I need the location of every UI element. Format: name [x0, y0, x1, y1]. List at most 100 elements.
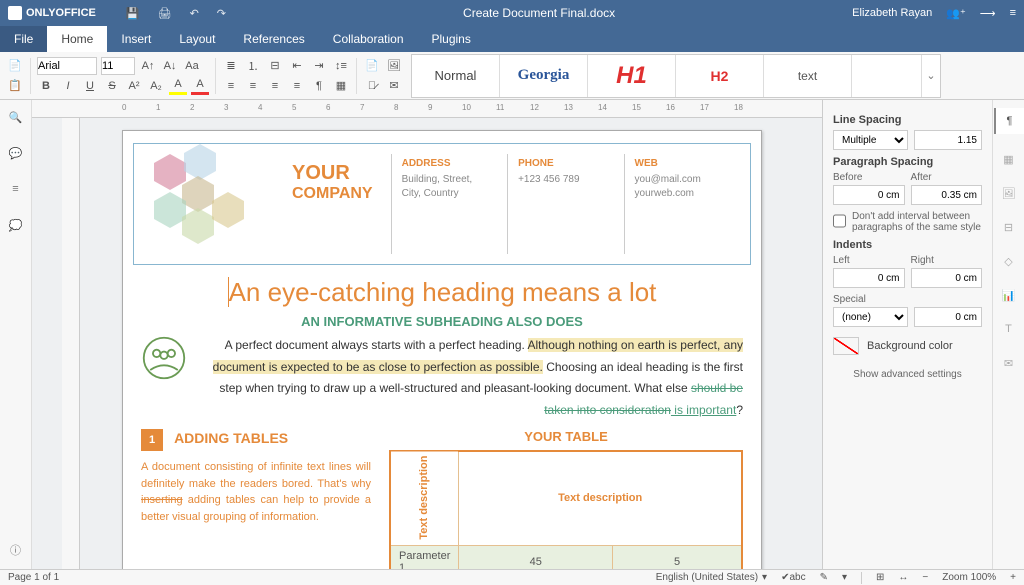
tab-file[interactable]: File [0, 26, 47, 52]
header-tab-icon[interactable]: ⊟ [1000, 218, 1018, 236]
page-indicator[interactable]: Page 1 of 1 [8, 572, 59, 583]
italic-icon[interactable]: I [59, 77, 77, 95]
highlight-icon[interactable]: A [169, 77, 187, 95]
tab-insert[interactable]: Insert [107, 26, 165, 52]
shape-tab-icon[interactable]: ◇ [1000, 252, 1018, 270]
nonprinting-icon[interactable]: ¶ [310, 77, 328, 95]
tab-plugins[interactable]: Plugins [418, 26, 485, 52]
line-spacing-value[interactable] [914, 130, 982, 150]
font-grow-icon[interactable]: A↑ [139, 57, 157, 75]
image-tab-icon[interactable]: 🖼 [1000, 184, 1018, 202]
font-size-combo[interactable] [101, 57, 135, 75]
phone-label: PHONE [518, 158, 613, 169]
section-text[interactable]: A document consisting of infinite text l… [141, 459, 371, 525]
trackchanges-dropdown[interactable]: ▾ [842, 572, 847, 583]
tab-layout[interactable]: Layout [165, 26, 229, 52]
subscript-icon[interactable]: A₂ [147, 77, 165, 95]
font-shrink-icon[interactable]: A↓ [161, 57, 179, 75]
undo-icon[interactable]: ↶ [190, 7, 199, 20]
menu-icon[interactable]: ≡ [1010, 7, 1016, 19]
table-row[interactable]: Parameter 1455 [390, 545, 742, 569]
style-heading2[interactable]: H2 [676, 55, 764, 97]
user-name[interactable]: Elizabeth Rayan [852, 7, 932, 19]
navigation-icon[interactable]: ≡ [7, 180, 25, 198]
sub-heading[interactable]: AN INFORMATIVE SUBHEADING ALSO DOES [133, 314, 751, 329]
style-gallery-dropdown[interactable]: ⌄ [922, 55, 940, 97]
superscript-icon[interactable]: A² [125, 77, 143, 95]
bgcolor-swatch[interactable] [833, 337, 859, 355]
indent-right[interactable] [911, 268, 983, 288]
comments-icon[interactable]: 💬 [7, 144, 25, 162]
main-heading[interactable]: An eye-catching heading means a lot [133, 277, 751, 308]
open-location-icon[interactable]: ⟶ [980, 7, 996, 20]
style-normal[interactable]: Normal [412, 55, 500, 97]
section-title[interactable]: ADDING TABLES [174, 430, 288, 446]
paragraph-tab-icon[interactable]: ¶ [994, 108, 1024, 134]
share-icon[interactable]: 👥⁺ [946, 7, 966, 20]
tab-collaboration[interactable]: Collaboration [319, 26, 418, 52]
align-center-icon[interactable]: ≡ [244, 77, 262, 95]
zoom-in-icon[interactable]: + [1010, 572, 1016, 583]
spacing-before[interactable] [833, 185, 905, 205]
show-advanced-link[interactable]: Show advanced settings [833, 369, 982, 380]
align-left-icon[interactable]: ≡ [222, 77, 240, 95]
align-right-icon[interactable]: ≡ [266, 77, 284, 95]
print-icon[interactable]: 🖨 [158, 7, 172, 20]
font-color-icon[interactable]: A [191, 77, 209, 95]
line-spacing-icon[interactable]: ↕≡ [332, 57, 350, 75]
multilevel-icon[interactable]: ⊟ [266, 57, 284, 75]
vertical-ruler[interactable] [62, 118, 80, 569]
chart-tab-icon[interactable]: 📊 [1000, 286, 1018, 304]
style-blank[interactable] [852, 55, 922, 97]
copy-icon[interactable]: 📄 [6, 57, 24, 75]
underline-icon[interactable]: U [81, 77, 99, 95]
spacing-after[interactable] [911, 185, 983, 205]
search-icon[interactable]: 🔍 [7, 108, 25, 126]
mail-tab-icon[interactable]: ✉ [1000, 354, 1018, 372]
bullets-icon[interactable]: ≣ [222, 57, 240, 75]
special-indent-mode[interactable]: (none) [833, 307, 908, 327]
spellcheck-icon[interactable]: ✔abc [781, 572, 806, 583]
style-nospacing[interactable]: Georgia [500, 55, 588, 97]
table-tab-icon[interactable]: ▦ [1000, 150, 1018, 168]
font-name-combo[interactable] [37, 57, 97, 75]
strike-icon[interactable]: S [103, 77, 121, 95]
redo-icon[interactable]: ↷ [217, 7, 226, 20]
bold-icon[interactable]: B [37, 77, 55, 95]
shading-icon[interactable]: ▦ [332, 77, 350, 95]
data-table[interactable]: Text descriptionText description Paramet… [389, 450, 743, 569]
clear-style-icon[interactable]: Ａ̷ [363, 77, 381, 95]
change-case-icon[interactable]: Aa [183, 57, 201, 75]
line-spacing-mode[interactable]: Multiple [833, 130, 908, 150]
textart-tab-icon[interactable]: T [1000, 320, 1018, 338]
numbering-icon[interactable]: ⒈ [244, 57, 262, 75]
indent-inc-icon[interactable]: ⇥ [310, 57, 328, 75]
tab-references[interactable]: References [229, 26, 318, 52]
dont-add-interval-checkbox[interactable] [833, 211, 846, 231]
special-indent-value[interactable] [914, 307, 982, 327]
document-page[interactable]: YOUR COMPANY ADDRESS Building, Street, C… [122, 130, 762, 569]
horizontal-ruler[interactable]: 0123456789101112131415161718 [32, 100, 822, 118]
save-icon[interactable]: 💾 [126, 7, 140, 20]
style-heading1[interactable]: H1 [588, 55, 676, 97]
indent-dec-icon[interactable]: ⇤ [288, 57, 306, 75]
paste-icon[interactable]: 📋 [6, 77, 24, 95]
tab-home[interactable]: Home [47, 26, 107, 52]
align-justify-icon[interactable]: ≡ [288, 77, 306, 95]
mailmerge-icon[interactable]: ✉ [385, 77, 403, 95]
zoom-level[interactable]: Zoom 100% [942, 572, 996, 583]
fit-page-icon[interactable]: ⊞ [876, 572, 884, 583]
language-selector[interactable]: English (United States) ▾ [656, 572, 767, 583]
fit-width-icon[interactable]: ↔ [898, 572, 908, 583]
feedback-icon[interactable]: ⓘ [7, 541, 25, 559]
intro-paragraph[interactable]: A perfect document always starts with a … [141, 335, 743, 421]
document-area[interactable]: 0123456789101112131415161718 YOUR COMPAN… [32, 100, 822, 569]
table-title[interactable]: YOUR TABLE [389, 429, 743, 444]
style-text[interactable]: text [764, 55, 852, 97]
indent-left[interactable] [833, 268, 905, 288]
trackchanges-icon[interactable]: ✎ [820, 572, 828, 583]
insert-image-icon[interactable]: 🖼 [385, 57, 403, 75]
insert-page-icon[interactable]: 📄 [363, 57, 381, 75]
chat-icon[interactable]: 💭 [7, 216, 25, 234]
zoom-out-icon[interactable]: − [922, 572, 928, 583]
